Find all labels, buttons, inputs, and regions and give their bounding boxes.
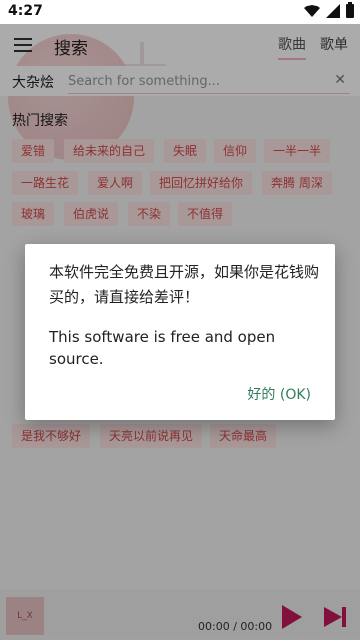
dialog-message-chinese: 本软件完全免费且开源，如果你是花钱购买的，请直接给差评！ <box>49 263 320 306</box>
dialog-message-english: This software is free and open source. <box>49 328 276 368</box>
free-software-dialog: 本软件完全免费且开源，如果你是花钱购买的，请直接给差评！ This softwa… <box>25 244 335 420</box>
wifi-icon <box>304 5 320 17</box>
battery-icon <box>346 2 354 18</box>
status-bar: 4:27 <box>0 0 360 24</box>
status-time: 4:27 <box>8 3 43 19</box>
signal-icon <box>326 4 340 18</box>
status-icons <box>304 2 354 18</box>
ok-button[interactable]: 好的 (OK) <box>247 384 311 404</box>
